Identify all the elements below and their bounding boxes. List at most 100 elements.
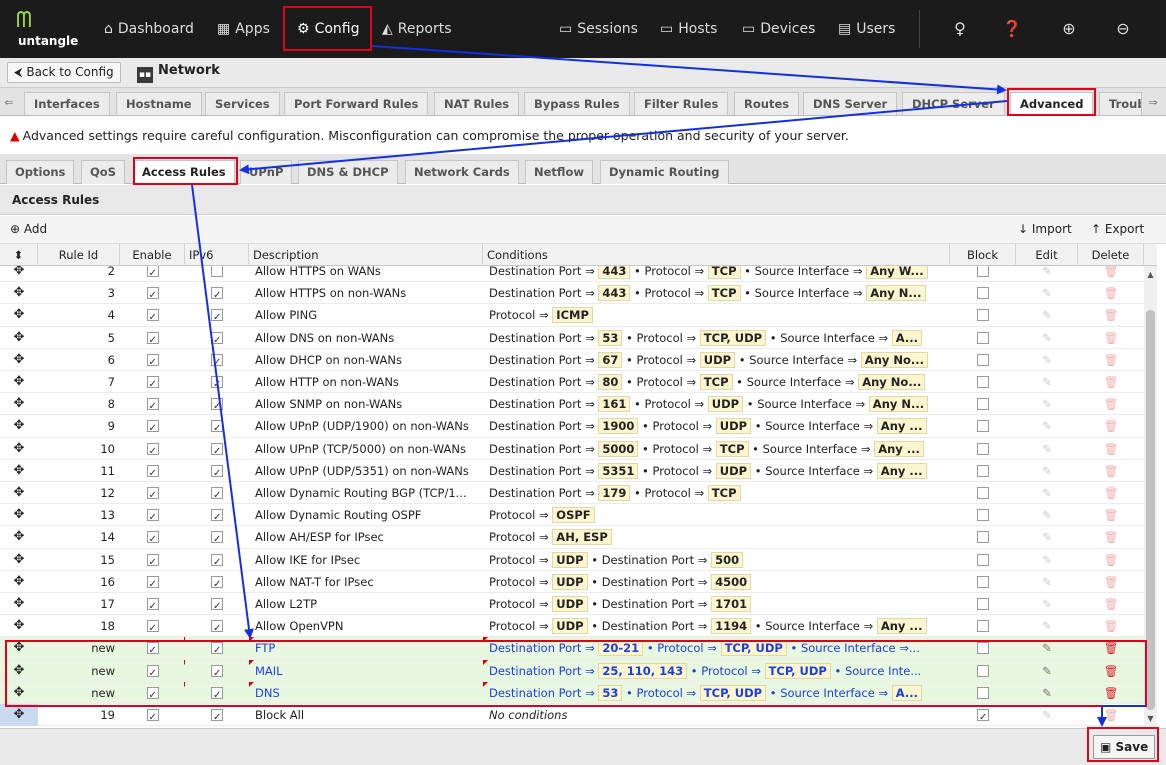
scroll-up-icon[interactable]: ▲ <box>1144 270 1157 279</box>
ipv6-checkbox[interactable] <box>211 707 223 726</box>
tab-scroll-left-icon[interactable]: ⇐ <box>2 92 16 114</box>
ipv6-checkbox[interactable] <box>211 640 223 659</box>
delete-trash-icon[interactable]: 🗑 <box>1078 349 1144 371</box>
delete-trash-icon[interactable]: 🗑 <box>1078 282 1144 304</box>
tab-routes[interactable]: Routes <box>734 92 800 115</box>
delete-trash-icon[interactable]: 🗑 <box>1078 526 1144 548</box>
enable-checkbox[interactable] <box>146 529 159 548</box>
nav-sessions[interactable]: ▭ Sessions <box>559 0 638 58</box>
drag-handle-icon[interactable]: ✥ <box>0 327 38 349</box>
block-checkbox[interactable] <box>977 531 989 544</box>
tab-scroll-right-icon[interactable]: ⇒ <box>1146 92 1160 114</box>
save-button[interactable]: ▣ Save <box>1093 735 1156 759</box>
edit-pencil-icon[interactable]: ✎ <box>1016 415 1078 437</box>
enable-checkbox[interactable] <box>146 707 159 726</box>
drag-handle-icon[interactable]: ✥ <box>0 504 38 526</box>
block-checkbox[interactable] <box>977 707 989 726</box>
col-rule-id[interactable]: Rule Id <box>38 244 120 266</box>
enable-checkbox[interactable] <box>146 463 159 482</box>
drag-handle-icon[interactable]: ✥ <box>0 282 38 304</box>
edit-pencil-icon[interactable]: ✎ <box>1016 282 1078 304</box>
drag-handle-icon[interactable]: ✥ <box>0 593 38 615</box>
block-checkbox[interactable] <box>977 664 989 677</box>
nav-hosts[interactable]: ▭ Hosts <box>660 0 717 58</box>
add-rule-button[interactable]: ⊕ Add <box>10 222 47 236</box>
block-checkbox[interactable] <box>977 266 989 277</box>
enable-checkbox[interactable] <box>146 552 159 571</box>
nav-apps[interactable]: ▦ Apps <box>217 0 270 58</box>
edit-pencil-icon[interactable]: ✎ <box>1016 393 1078 415</box>
delete-trash-icon[interactable]: 🗑 <box>1078 327 1144 349</box>
drag-handle-icon[interactable]: ✥ <box>0 615 38 637</box>
nav-devices[interactable]: ▭ Devices <box>742 0 815 58</box>
ipv6-checkbox[interactable] <box>211 574 223 593</box>
nav-reports[interactable]: ◭ Reports <box>382 0 451 58</box>
delete-trash-icon[interactable]: 🗑 <box>1078 637 1144 659</box>
edit-pencil-icon[interactable]: ✎ <box>1016 327 1078 349</box>
delete-trash-icon[interactable]: 🗑 <box>1078 460 1144 482</box>
delete-trash-icon[interactable]: 🗑 <box>1078 549 1144 571</box>
ipv6-checkbox[interactable] <box>211 663 223 682</box>
scroll-down-icon[interactable]: ▼ <box>1144 714 1157 723</box>
col-ipv6[interactable]: IPv6 <box>185 244 249 266</box>
edit-pencil-icon[interactable]: ✎ <box>1016 504 1078 526</box>
enable-checkbox[interactable] <box>146 396 159 415</box>
block-checkbox[interactable] <box>977 620 989 633</box>
block-checkbox[interactable] <box>977 376 989 388</box>
untangle-logo[interactable]: ᗰ untangle <box>16 8 78 50</box>
tab-port-forward-rules[interactable]: Port Forward Rules <box>284 92 429 115</box>
grid-scrollbar[interactable]: ▲ ▼ <box>1144 266 1157 728</box>
edit-pencil-icon[interactable]: ✎ <box>1016 682 1078 704</box>
nav-config[interactable]: ⚙ Config <box>297 0 359 58</box>
edit-pencil-icon[interactable]: ✎ <box>1016 482 1078 504</box>
subtab-dynamic-routing[interactable]: Dynamic Routing <box>600 160 729 184</box>
edit-pencil-icon[interactable]: ✎ <box>1016 704 1078 726</box>
enable-checkbox[interactable] <box>146 441 159 460</box>
ipv6-checkbox[interactable] <box>211 441 223 460</box>
ipv6-checkbox[interactable] <box>211 374 223 393</box>
block-checkbox[interactable] <box>977 398 989 411</box>
drag-handle-icon[interactable]: ✥ <box>0 704 38 726</box>
nav-dashboard[interactable]: ⌂ Dashboard <box>104 0 194 58</box>
enable-checkbox[interactable] <box>146 663 159 682</box>
scrollbar-thumb[interactable] <box>1146 310 1155 710</box>
delete-trash-icon[interactable]: 🗑 <box>1078 438 1144 460</box>
delete-trash-icon[interactable]: 🗑 <box>1078 593 1144 615</box>
drag-handle-icon[interactable]: ✥ <box>0 460 38 482</box>
enable-checkbox[interactable] <box>146 266 159 282</box>
block-checkbox[interactable] <box>977 442 989 455</box>
drag-handle-icon[interactable]: ✥ <box>0 371 38 393</box>
tab-hostname[interactable]: Hostname <box>116 92 202 115</box>
ipv6-checkbox[interactable] <box>211 618 223 637</box>
edit-pencil-icon[interactable]: ✎ <box>1016 526 1078 548</box>
ipv6-checkbox[interactable] <box>211 596 223 615</box>
drag-handle-icon[interactable]: ✥ <box>0 637 38 659</box>
subtab-options[interactable]: Options <box>6 160 75 184</box>
drag-handle-icon[interactable]: ✥ <box>0 526 38 548</box>
drag-handle-icon[interactable]: ✥ <box>0 349 38 371</box>
edit-pencil-icon[interactable]: ✎ <box>1016 615 1078 637</box>
enable-checkbox[interactable] <box>146 285 159 304</box>
drag-handle-icon[interactable]: ✥ <box>0 660 38 682</box>
delete-trash-icon[interactable]: 🗑 <box>1078 415 1144 437</box>
delete-trash-icon[interactable]: 🗑 <box>1078 371 1144 393</box>
enable-checkbox[interactable] <box>146 485 159 504</box>
subtab-access-rules[interactable]: Access Rules <box>133 160 235 184</box>
account-icon[interactable]: ⊖ <box>1111 0 1135 58</box>
tab-nat-rules[interactable]: NAT Rules <box>434 92 520 115</box>
block-checkbox[interactable] <box>977 420 989 433</box>
ipv6-checkbox[interactable] <box>211 552 223 571</box>
block-checkbox[interactable] <box>977 509 989 522</box>
block-checkbox[interactable] <box>977 309 989 322</box>
col-conditions[interactable]: Conditions <box>483 244 950 266</box>
edit-pencil-icon[interactable]: ✎ <box>1016 438 1078 460</box>
tab-services[interactable]: Services <box>205 92 280 115</box>
subtab-qos[interactable]: QoS <box>81 160 125 184</box>
drag-handle-icon[interactable]: ✥ <box>0 549 38 571</box>
delete-trash-icon[interactable]: 🗑 <box>1078 615 1144 637</box>
edit-pencil-icon[interactable]: ✎ <box>1016 593 1078 615</box>
delete-trash-icon[interactable]: 🗑 <box>1078 266 1144 282</box>
col-block[interactable]: Block <box>950 244 1016 266</box>
edit-pencil-icon[interactable]: ✎ <box>1016 571 1078 593</box>
drag-handle-icon[interactable]: ✥ <box>0 266 38 282</box>
